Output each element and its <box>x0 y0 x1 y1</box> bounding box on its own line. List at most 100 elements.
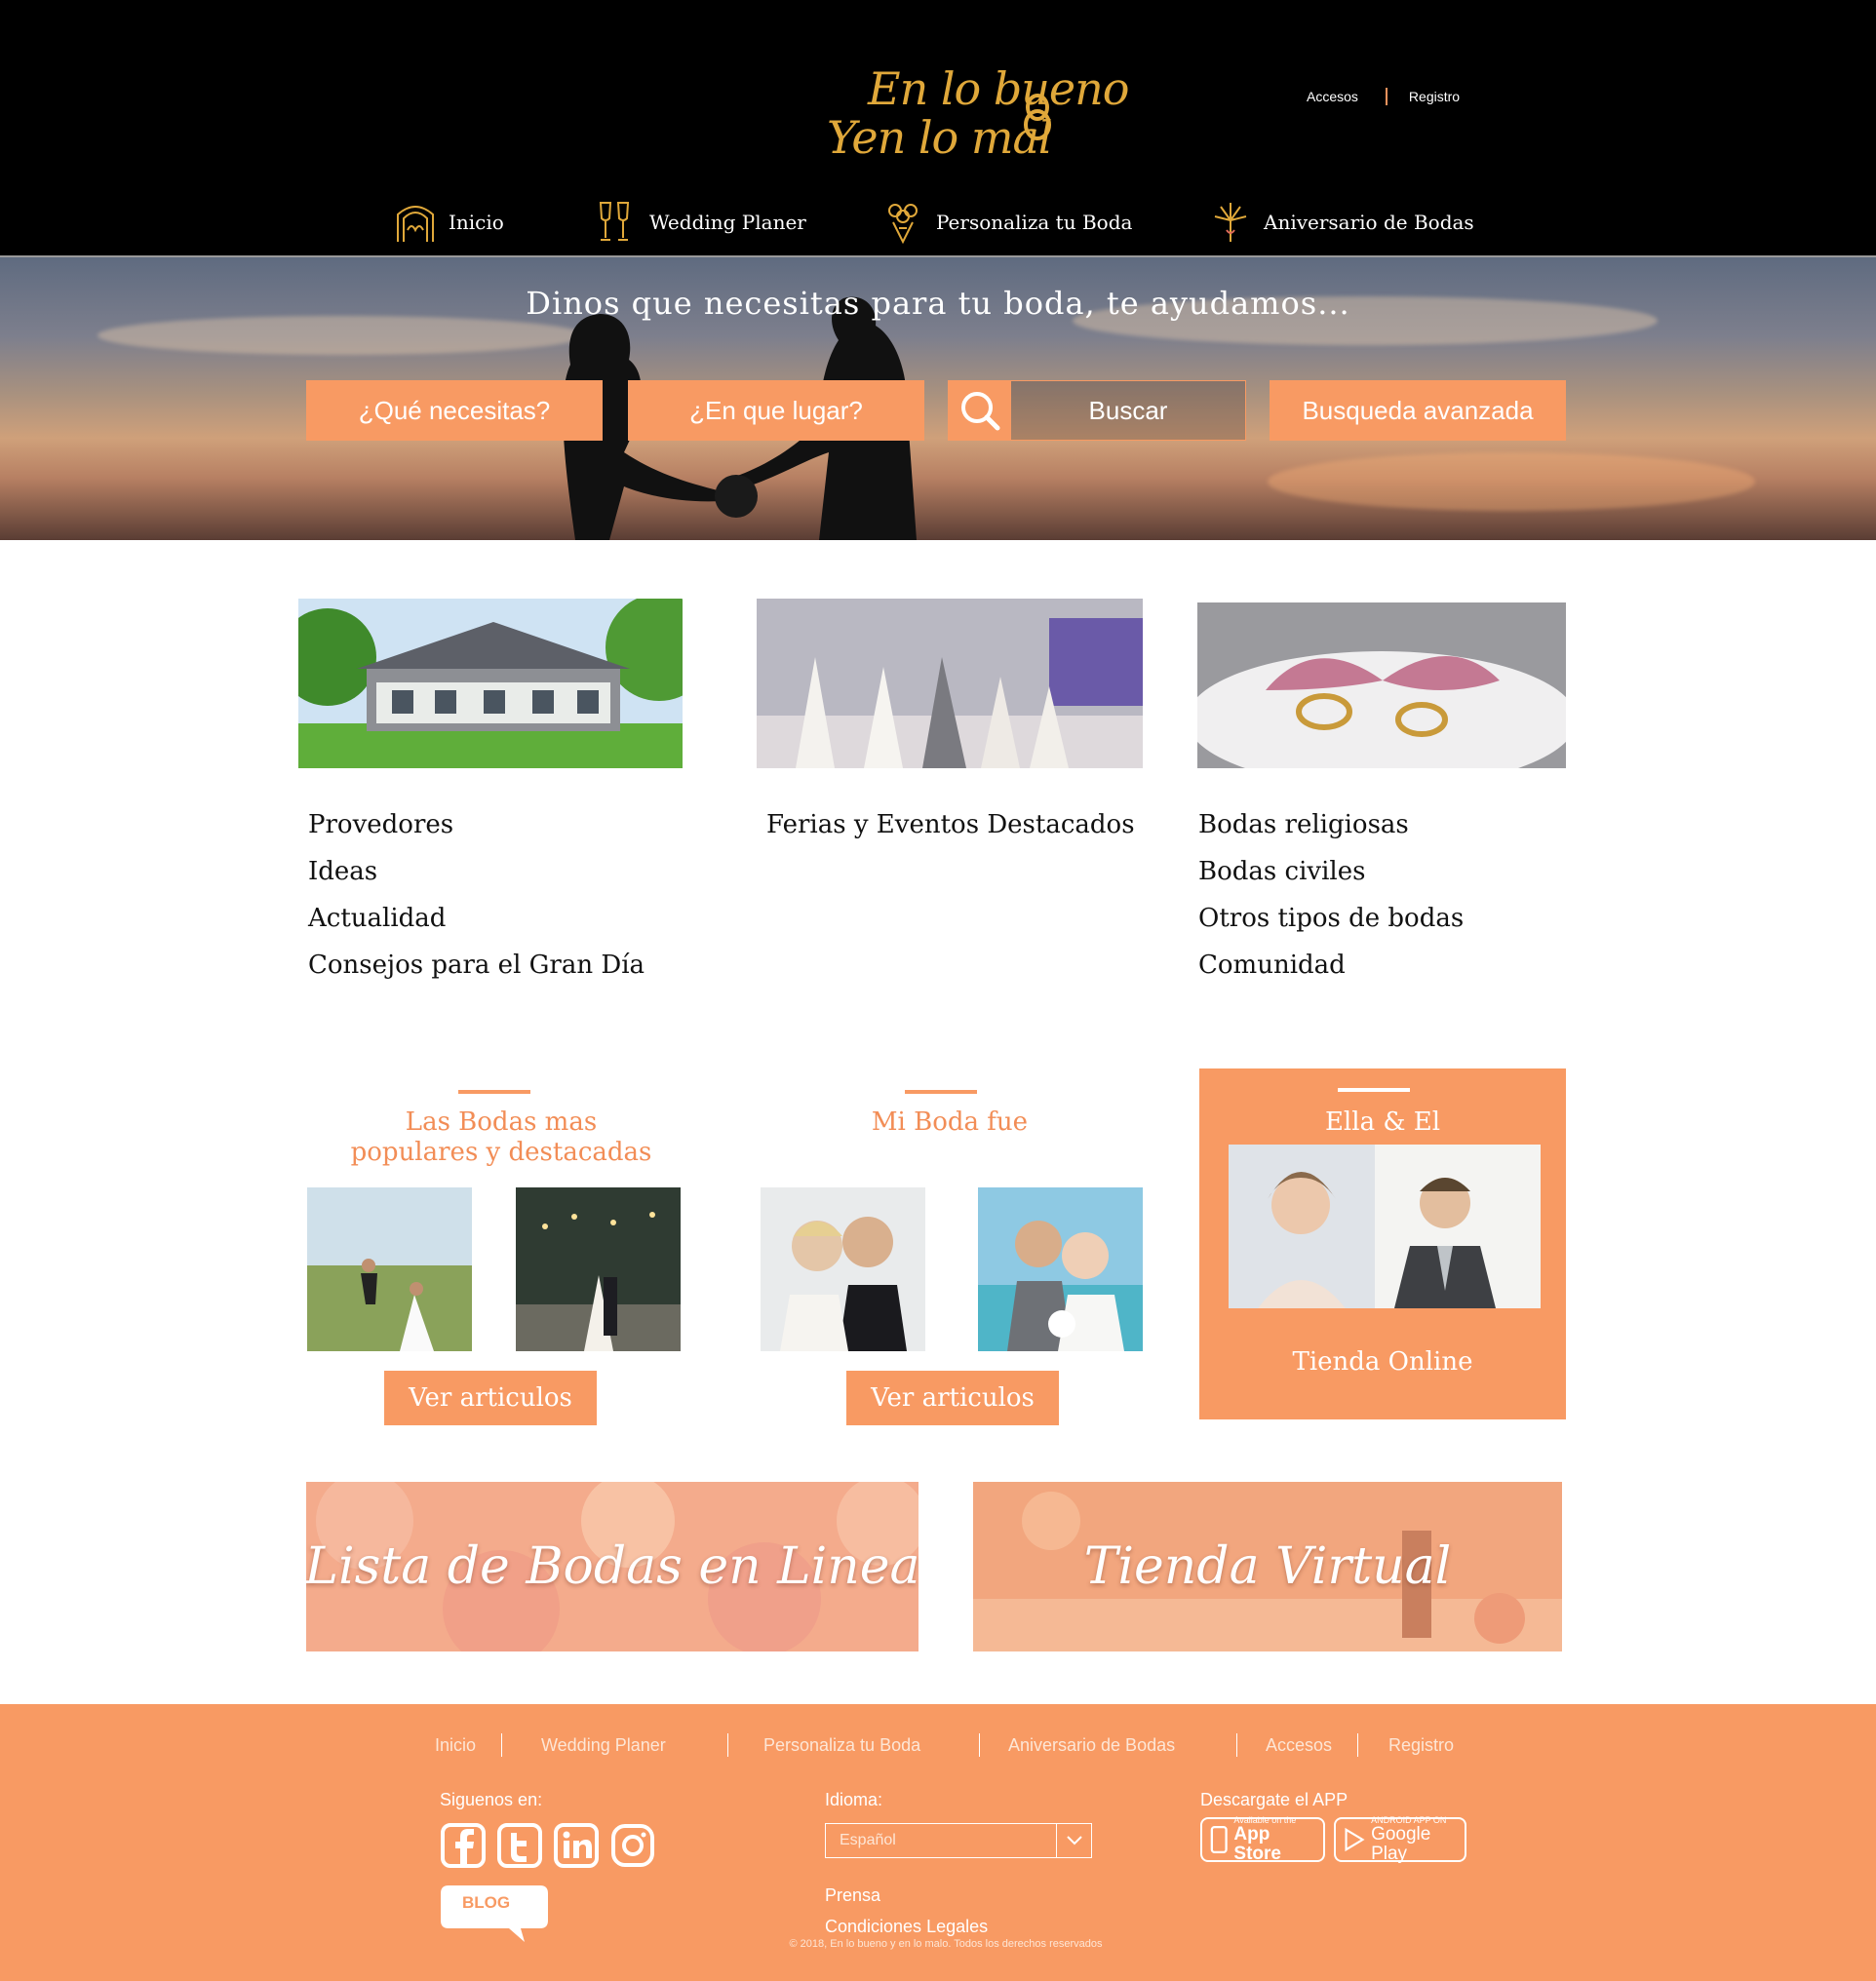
app-label: Descargate el APP <box>1200 1790 1348 1809</box>
bride-groom-photo <box>761 1187 925 1351</box>
register-link[interactable]: Registro <box>1409 89 1460 104</box>
online-shop-link[interactable]: Tienda Online <box>1199 1347 1566 1377</box>
nav-item-wedding-planer[interactable]: Wedding Planer <box>595 201 806 244</box>
wedding-registry-banner[interactable]: Lista de Bodas en Linea <box>306 1482 918 1651</box>
divider <box>727 1733 728 1757</box>
arch-icon <box>397 206 434 242</box>
footer-link-aniversario[interactable]: Aniversario de Bodas <box>1008 1735 1175 1756</box>
footer-nav: Inicio Wedding Planer Personaliza tu Bod… <box>0 1733 1876 1759</box>
app-store-badge[interactable]: Available on the App Store <box>1200 1815 1325 1864</box>
nav-item-inicio[interactable]: Inicio <box>394 201 504 244</box>
what-you-need-button[interactable]: ¿Qué necesitas? <box>306 380 603 441</box>
main-nav: Inicio Wedding Planer Personaliza tu Bod… <box>0 201 1876 250</box>
category-list-3: Bodas religiosas Bodas civiles Otros tip… <box>1198 805 1464 992</box>
beach-couple-photo <box>978 1187 1143 1351</box>
footer-link-personaliza[interactable]: Personaliza tu Boda <box>763 1735 920 1756</box>
ella-el-card[interactable]: Ella & El Tienda Online <box>1199 1068 1566 1419</box>
search-icon-box <box>949 381 1011 440</box>
portrait-art <box>1229 1145 1541 1308</box>
search-icon <box>961 392 1000 431</box>
virtual-shop-banner[interactable]: Tienda Virtual <box>973 1482 1562 1651</box>
nav-item-aniversario[interactable]: Aniversario de Bodas <box>1209 201 1474 244</box>
twitter-icon[interactable] <box>497 1823 542 1868</box>
account-links: Accesos Registro <box>1307 86 1460 107</box>
footer-link-wedding-planer[interactable]: Wedding Planer <box>541 1735 666 1756</box>
ring-icon <box>1024 94 1051 140</box>
copyright: © 2018, En lo bueno y en lo malo. Todos … <box>789 1938 1103 1950</box>
wedding-fair-photo-art <box>757 599 1143 768</box>
champagne-glasses-icon <box>599 202 630 241</box>
press-link[interactable]: Prensa <box>825 1885 880 1906</box>
cloud <box>1268 452 1755 511</box>
hero-title: Dinos que necesitas para tu boda, te ayu… <box>526 285 1350 322</box>
bride-groom-portrait <box>1229 1145 1541 1308</box>
category-link[interactable]: Otros tipos de bodas <box>1198 899 1464 946</box>
language-value: Español <box>840 1832 896 1848</box>
my-wedding-photo-1[interactable] <box>761 1187 925 1351</box>
app-store-label: App Store <box>1233 1824 1281 1864</box>
view-articles-button[interactable]: Ver articulos <box>846 1371 1059 1425</box>
virtual-shop-title: Tienda Virtual <box>1083 1537 1452 1596</box>
popular-weddings-title: Las Bodas mas populares y destacadas <box>306 1107 696 1168</box>
wedding-registry-title: Lista de Bodas en Linea <box>306 1537 918 1596</box>
my-wedding-photo-2[interactable] <box>978 1187 1143 1351</box>
rings-photo-art <box>1197 602 1566 768</box>
footer-link-inicio[interactable]: Inicio <box>435 1735 476 1756</box>
view-articles-button[interactable]: Ver articulos <box>384 1371 597 1425</box>
category-link[interactable]: Actualidad <box>308 899 645 946</box>
category-link[interactable]: Bodas religiosas <box>1198 805 1464 852</box>
divider <box>1357 1733 1358 1757</box>
divider <box>979 1733 980 1757</box>
phone-icon <box>1210 1825 1228 1854</box>
nav-label: Inicio <box>449 211 504 234</box>
accent-bar <box>458 1090 530 1094</box>
instagram-icon[interactable] <box>610 1823 655 1868</box>
divider <box>501 1733 502 1757</box>
reception-photo <box>516 1187 681 1351</box>
accent-bar <box>1338 1088 1410 1092</box>
follow-label: Siguenos en: <box>440 1790 543 1809</box>
footer-link-accesos[interactable]: Accesos <box>1266 1735 1332 1756</box>
house-photo[interactable] <box>298 599 683 768</box>
logo-text-line1: En lo bueno <box>868 62 1129 115</box>
category-link[interactable]: Provedores <box>308 805 645 852</box>
divider <box>1236 1733 1237 1757</box>
search-button[interactable]: Buscar <box>948 380 1246 441</box>
category-list-1: Provedores Ideas Actualidad Consejos par… <box>308 805 645 992</box>
title-line: populares y destacadas <box>350 1138 652 1167</box>
nav-label: Aniversario de Bodas <box>1264 211 1474 234</box>
hero-search: Dinos que necesitas para tu boda, te ayu… <box>0 257 1876 540</box>
linkedin-icon[interactable] <box>554 1823 599 1868</box>
footer-link-registro[interactable]: Registro <box>1388 1735 1454 1756</box>
category-link[interactable]: Bodas civiles <box>1198 852 1464 899</box>
fireworks-icon <box>1214 203 1247 242</box>
social-links <box>441 1823 655 1868</box>
nav-item-personaliza[interactable]: Personaliza tu Boda <box>881 201 1132 244</box>
popular-photo-1[interactable] <box>307 1187 472 1351</box>
wedding-fair-photo[interactable] <box>757 599 1143 768</box>
rings-photo[interactable] <box>1197 602 1566 768</box>
nav-label: Personaliza tu Boda <box>936 211 1133 234</box>
where-button[interactable]: ¿En que lugar? <box>628 380 924 441</box>
accent-bar <box>905 1090 977 1094</box>
site-logo[interactable]: En lo bueno Yen lo mal <box>809 57 1129 193</box>
popular-photo-2[interactable] <box>516 1187 681 1351</box>
google-play-badge[interactable]: ANDROID APP ON Google Play <box>1334 1815 1466 1864</box>
site-footer: Inicio Wedding Planer Personaliza tu Bod… <box>0 1704 1876 1981</box>
category-link[interactable]: Comunidad <box>1198 946 1464 992</box>
ella-el-title: Ella & El <box>1324 1107 1441 1137</box>
site-header: En lo bueno Yen lo mal Accesos Registro … <box>0 0 1876 257</box>
category-link[interactable]: Consejos para el Gran Día <box>308 946 645 992</box>
facebook-icon[interactable] <box>441 1823 486 1868</box>
legal-link[interactable]: Condiciones Legales <box>825 1917 988 1937</box>
language-select[interactable]: Español <box>825 1823 1092 1858</box>
jumping-couple-photo <box>307 1187 472 1351</box>
advanced-search-button[interactable]: Busqueda avanzada <box>1270 380 1566 441</box>
category-link[interactable]: Ideas <box>308 852 645 899</box>
blog-label: BLOG <box>462 1893 511 1912</box>
search-label: Buscar <box>1011 381 1245 440</box>
access-link[interactable]: Accesos <box>1307 89 1358 104</box>
category-link[interactable]: Ferias y Eventos Destacados <box>766 805 1135 852</box>
play-icon <box>1345 1827 1365 1852</box>
nav-label: Wedding Planer <box>649 211 806 234</box>
